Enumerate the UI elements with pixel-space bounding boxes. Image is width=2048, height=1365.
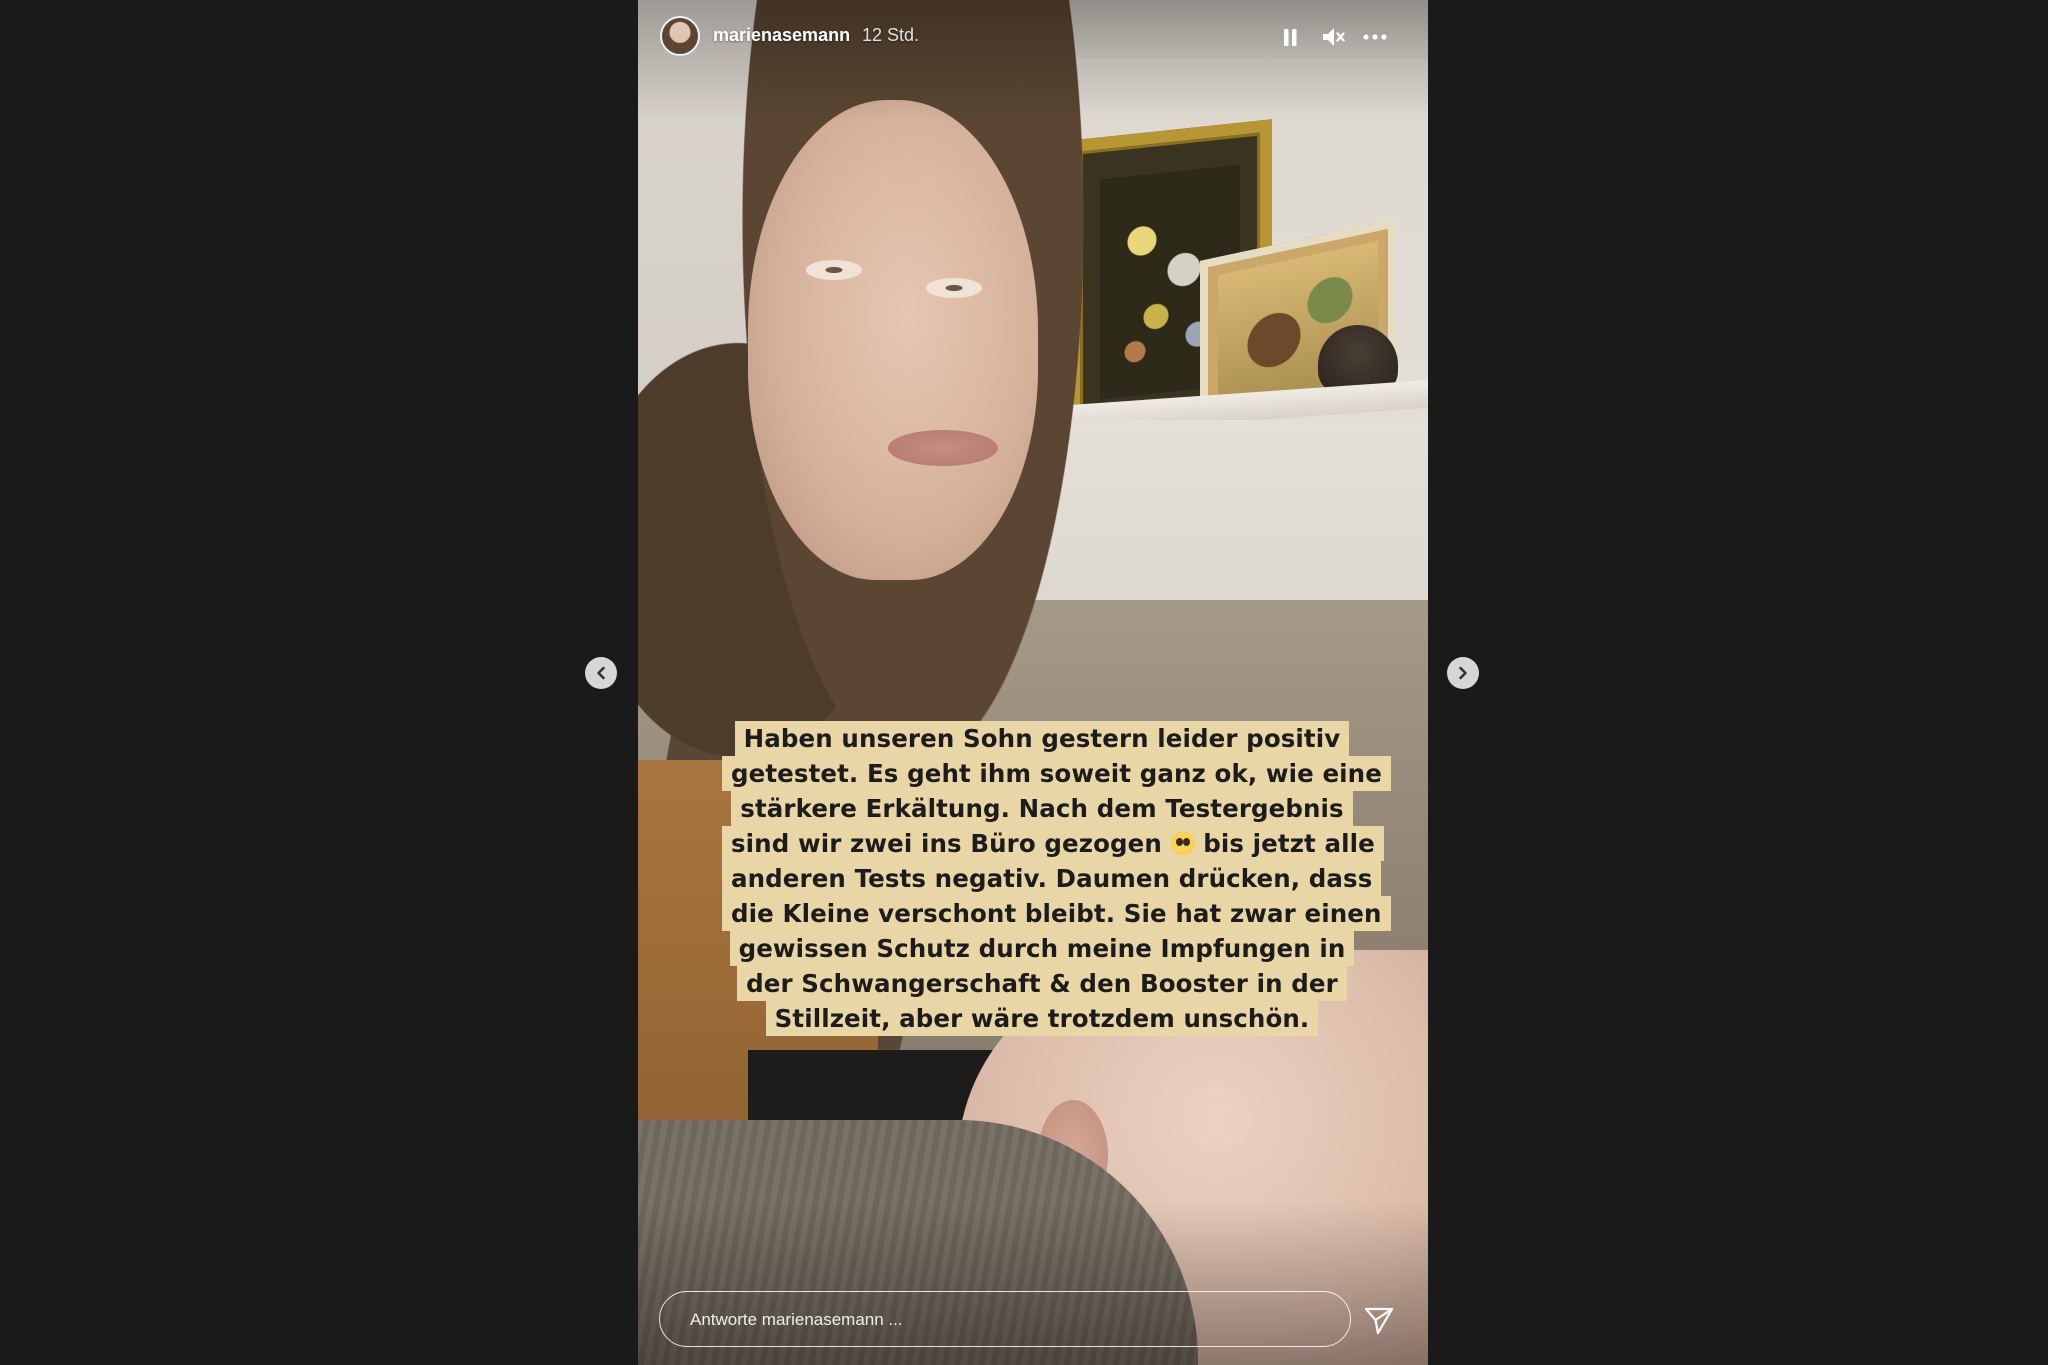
send-icon <box>1364 1307 1394 1335</box>
caption-line: der Schwangerschaft & den Booster in der <box>737 966 1347 1001</box>
avatar[interactable] <box>660 16 700 56</box>
previous-story-button[interactable] <box>585 657 617 689</box>
more-icon <box>1363 34 1387 40</box>
caption-line: Haben unseren Sohn gestern leider positi… <box>734 721 1350 756</box>
caption-line: anderen Tests negativ. Daumen drücken, d… <box>722 861 1382 896</box>
caption-line: die Kleine verschont bleibt. Sie hat zwa… <box>722 896 1391 931</box>
story-photo <box>638 0 1428 1365</box>
next-story-button[interactable] <box>1447 657 1479 689</box>
username[interactable]: marienasemann <box>713 25 850 46</box>
chevron-left-icon <box>597 666 605 680</box>
timestamp: 12 Std. <box>862 25 920 45</box>
story-header: marienasemann 12 Std. <box>638 0 1428 76</box>
pause-icon <box>1284 29 1297 46</box>
pause-button[interactable] <box>1275 22 1305 52</box>
story-viewer: marienasemann 12 Std. Haben unseren Sohn… <box>0 0 2048 1365</box>
reply-input[interactable] <box>688 1292 1322 1347</box>
story-media[interactable] <box>638 0 1428 1365</box>
mute-button[interactable] <box>1318 22 1348 52</box>
caption-line: sind wir zwei ins Büro gezogen bis jetzt… <box>722 826 1384 861</box>
caption-line: Stillzeit, aber wäre trotzdem unschön. <box>765 1001 1319 1036</box>
chevron-right-icon <box>1459 666 1467 680</box>
more-options-button[interactable] <box>1360 22 1390 52</box>
caption-line: getestet. Es geht ihm soweit ganz ok, wi… <box>722 756 1391 791</box>
reply-field[interactable] <box>659 1291 1351 1347</box>
mute-icon <box>1323 28 1345 46</box>
caption-line: gewissen Schutz durch meine Impfungen in <box>729 931 1355 966</box>
send-button[interactable] <box>1362 1303 1396 1337</box>
story-caption: Haben unseren Sohn gestern leider positi… <box>722 721 1391 1036</box>
caption-line-part: bis jetzt alle <box>1203 829 1375 858</box>
pleading-face-icon <box>1170 831 1195 855</box>
caption-line: stärkere Erkältung. Nach dem Testergebni… <box>731 791 1353 826</box>
caption-line-part: sind wir zwei ins Büro gezogen <box>731 829 1162 858</box>
